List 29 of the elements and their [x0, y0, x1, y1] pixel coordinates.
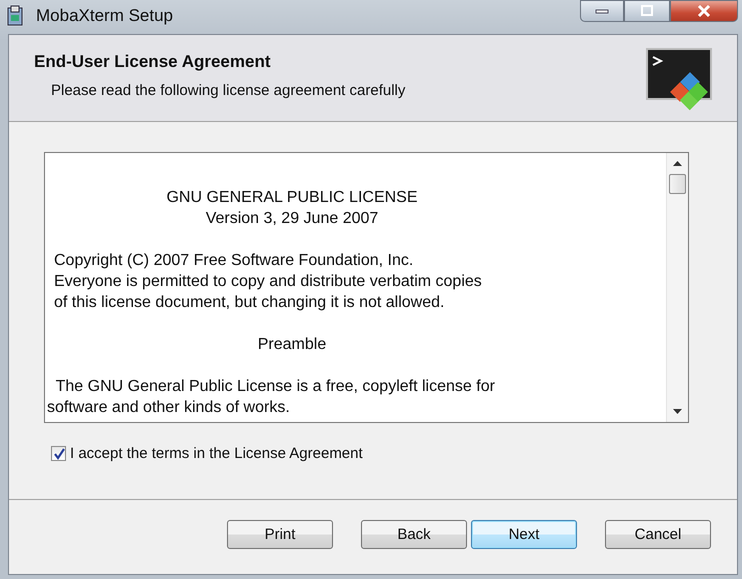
accept-label: I accept the terms in the License Agreement: [70, 445, 363, 462]
maximize-button[interactable]: [624, 0, 670, 22]
minimize-button[interactable]: [580, 0, 624, 22]
page-title: End-User License Agreement: [34, 52, 272, 72]
scroll-up-icon[interactable]: [673, 161, 682, 166]
dialog-button[interactable]: Back: [361, 520, 467, 548]
page-subtitle: Please read the following license agreement carefully: [51, 82, 406, 98]
accept-checkbox[interactable]: [51, 446, 66, 461]
scroll-thumb[interactable]: [669, 174, 686, 194]
scrollbar[interactable]: [666, 153, 688, 422]
license-line: The GNU General Public License is a free, copyleft license for: [54, 377, 496, 397]
terminal-logo-icon: [645, 45, 715, 111]
license-line: Version 3, 29 June 2007: [204, 209, 380, 229]
close-icon: [696, 4, 712, 18]
license-line: GNU GENERAL PUBLIC LICENSE: [165, 188, 419, 208]
scroll-down-icon[interactable]: [673, 409, 682, 414]
minimize-icon: [595, 8, 609, 14]
license-text-box[interactable]: [44, 152, 689, 423]
license-line: Preamble: [256, 335, 328, 355]
dialog-button[interactable]: Print: [227, 520, 333, 548]
license-line: Everyone is permitted to copy and distribute verbatim copies: [54, 272, 483, 292]
dialog-button[interactable]: Cancel: [605, 520, 711, 548]
close-button[interactable]: [670, 0, 738, 22]
license-line: software and other kinds of works.: [47, 398, 291, 418]
license-line: Copyright (C) 2007 Free Software Foundation, Inc.: [54, 251, 414, 271]
dialog-button[interactable]: Next: [471, 520, 577, 548]
window-title: MobaXterm Setup: [36, 6, 174, 26]
license-line: of this license document, but changing it is not allowed.: [54, 293, 446, 313]
maximize-icon: [640, 5, 654, 17]
